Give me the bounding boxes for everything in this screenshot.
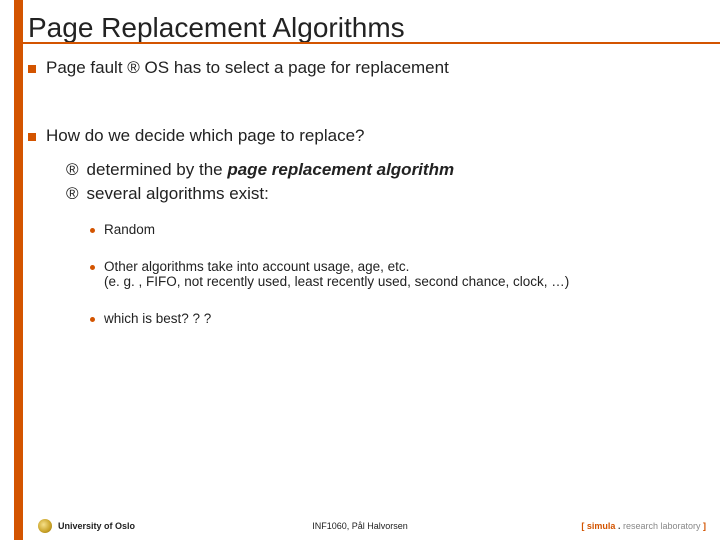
dot-3-text: which is best? ? ?	[104, 311, 211, 326]
bullet-1-post: OS has to select a page for replacement	[140, 58, 449, 77]
bullet-2-text: How do we decide which page to replace?	[46, 126, 364, 146]
dot-3: which is best? ? ?	[90, 311, 706, 326]
slide-title: Page Replacement Algorithms	[14, 13, 405, 42]
bullet-1: Page fault ® OS has to select a page for…	[28, 58, 706, 78]
sub-2: ® several algorithms exist:	[66, 184, 706, 204]
arrow-icon: ®	[66, 160, 79, 180]
bullet-2: How do we decide which page to replace?	[28, 126, 706, 146]
sub-list: ® determined by the page replacement alg…	[66, 160, 706, 204]
slide-content: Page fault ® OS has to select a page for…	[28, 58, 706, 506]
dot-bullet-icon	[90, 265, 95, 270]
footer-simula: simula	[587, 521, 616, 531]
dot-2: Other algorithms take into account usage…	[90, 259, 706, 289]
bullet-1-pre: Page fault	[46, 58, 127, 77]
sub-1-pre: determined by the	[87, 160, 228, 179]
university-seal-icon	[38, 519, 52, 533]
footer-left-text: University of Oslo	[58, 521, 135, 531]
footer-sep: .	[615, 521, 623, 531]
footer-left: University of Oslo	[38, 519, 135, 533]
footer-lab: research laboratory	[623, 521, 701, 531]
dot-2-line2: (e. g. , FIFO, not recently used, least …	[104, 274, 569, 289]
dot-1-text: Random	[104, 222, 155, 237]
accent-bar	[14, 0, 23, 540]
sub-1-text: determined by the page replacement algor…	[87, 160, 455, 180]
footer-center: INF1060, Pål Halvorsen	[312, 521, 408, 531]
footer: University of Oslo INF1060, Pål Halvorse…	[0, 512, 720, 540]
square-bullet-icon	[28, 65, 36, 73]
sub-1-emph: page replacement algorithm	[227, 160, 454, 179]
arrow-icon: ®	[66, 184, 79, 204]
dot-1: Random	[90, 222, 706, 237]
sub-2-text: several algorithms exist:	[87, 184, 269, 204]
footer-right: [ simula . research laboratory ]	[581, 521, 706, 531]
bullet-1-text: Page fault ® OS has to select a page for…	[46, 58, 449, 78]
dot-2-line1: Other algorithms take into account usage…	[104, 259, 569, 274]
dot-bullet-icon	[90, 317, 95, 322]
dot-bullet-icon	[90, 228, 95, 233]
dot-list: Random Other algorithms take into accoun…	[90, 222, 706, 326]
dot-2-text: Other algorithms take into account usage…	[104, 259, 569, 289]
title-row: Page Replacement Algorithms	[14, 0, 720, 42]
title-underline	[14, 42, 720, 44]
arrow-icon: ®	[127, 58, 140, 77]
square-bullet-icon	[28, 133, 36, 141]
sub-1: ® determined by the page replacement alg…	[66, 160, 706, 180]
bracket-close: ]	[701, 521, 707, 531]
